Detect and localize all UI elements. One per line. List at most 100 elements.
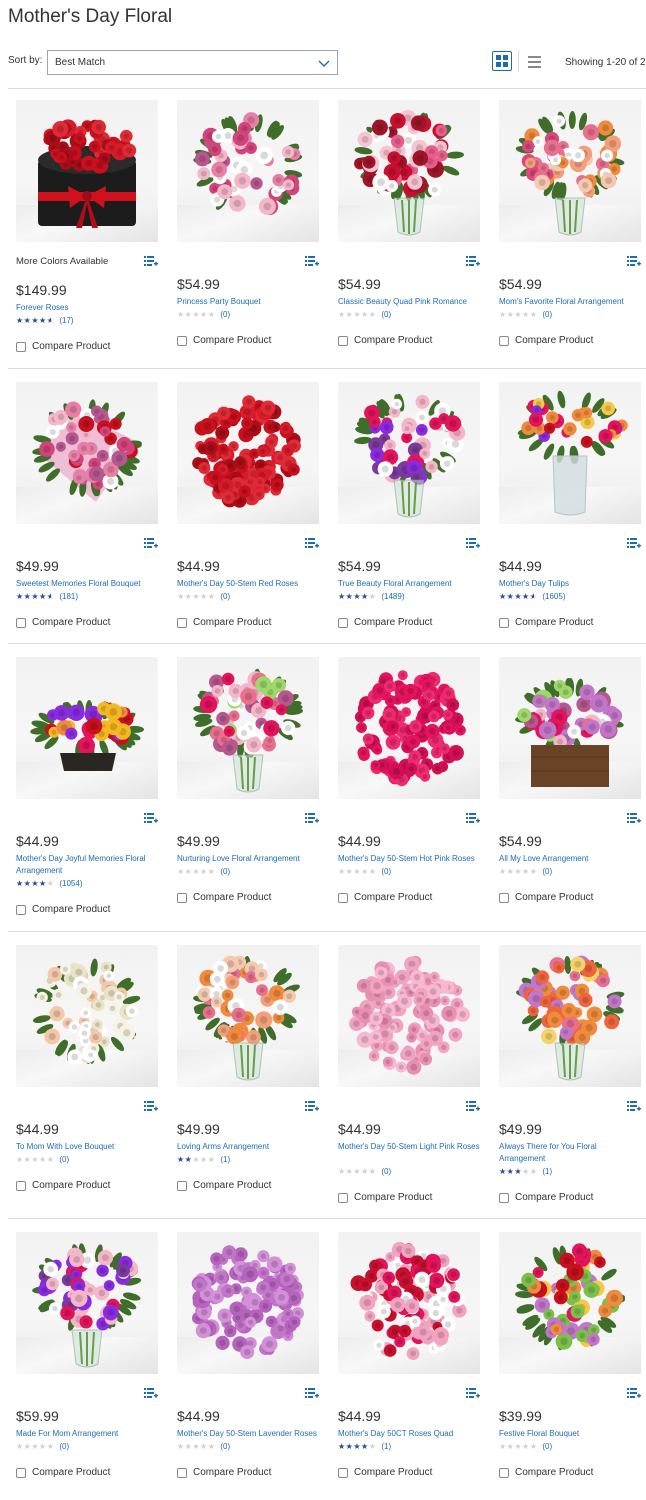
list-view-icon[interactable] (528, 56, 541, 68)
checkbox-box[interactable] (338, 1193, 348, 1203)
add-to-list-icon[interactable] (466, 254, 480, 266)
product-image[interactable] (338, 945, 480, 1087)
product-image[interactable] (499, 382, 641, 524)
review-count-link[interactable]: (0) (220, 592, 230, 602)
product-image[interactable] (16, 657, 158, 799)
review-count-link[interactable]: (0) (542, 867, 552, 877)
review-count-link[interactable]: (0) (59, 1442, 69, 1452)
product-image[interactable] (338, 657, 480, 799)
product-name-link[interactable]: To Mom With Love Bouquet (16, 1141, 158, 1153)
sort-by-select[interactable]: Best Match (47, 50, 338, 75)
review-count-link[interactable]: (1054) (59, 879, 82, 889)
review-count-link[interactable]: (0) (381, 310, 391, 320)
product-name-link[interactable]: Nurturing Love Floral Arrangement (177, 853, 319, 865)
product-image[interactable] (338, 100, 480, 242)
add-to-list-icon[interactable] (305, 536, 319, 548)
checkbox-box[interactable] (499, 336, 509, 346)
add-to-list-icon[interactable] (627, 536, 641, 548)
product-image[interactable] (338, 1232, 480, 1374)
checkbox-box[interactable] (499, 618, 509, 628)
review-count-link[interactable]: (0) (542, 1442, 552, 1452)
product-image[interactable] (499, 945, 641, 1087)
product-name-link[interactable]: Loving Arms Arrangement (177, 1141, 319, 1153)
review-count-link[interactable]: (1) (381, 1442, 391, 1452)
product-name-link[interactable]: Mom's Favorite Floral Arrangement (499, 296, 641, 308)
product-name-link[interactable]: Made For Mom Arrangement (16, 1428, 158, 1440)
product-name-link[interactable]: Classic Beauty Quad Pink Romance (338, 296, 480, 308)
review-count-link[interactable]: (0) (220, 1442, 230, 1452)
add-to-list-icon[interactable] (144, 254, 158, 266)
checkbox-box[interactable] (16, 1181, 26, 1191)
checkbox-box[interactable] (177, 893, 187, 903)
product-name-link[interactable]: Festive Floral Bouquet (499, 1428, 641, 1440)
product-image[interactable] (499, 657, 641, 799)
grid-view-icon[interactable] (492, 51, 512, 71)
product-name-link[interactable]: Mother's Day Tulips (499, 578, 641, 590)
checkbox-box[interactable] (16, 618, 26, 628)
product-image[interactable] (499, 1232, 641, 1374)
review-count-link[interactable]: (17) (59, 316, 73, 326)
add-to-list-icon[interactable] (305, 1386, 319, 1398)
checkbox-box[interactable] (16, 1468, 26, 1478)
product-name-link[interactable]: Mother's Day 50-Stem Light Pink Roses (338, 1141, 480, 1153)
review-count-link[interactable]: (1489) (381, 592, 404, 602)
review-count-link[interactable]: (0) (220, 310, 230, 320)
product-image[interactable] (177, 1232, 319, 1374)
add-to-list-icon[interactable] (144, 811, 158, 823)
add-to-list-icon[interactable] (144, 536, 158, 548)
product-image[interactable] (177, 657, 319, 799)
product-image[interactable] (16, 100, 158, 242)
add-to-list-icon[interactable] (305, 811, 319, 823)
add-to-list-icon[interactable] (466, 1386, 480, 1398)
checkbox-box[interactable] (177, 1468, 187, 1478)
review-count-link[interactable]: (181) (59, 592, 78, 602)
add-to-list-icon[interactable] (305, 1099, 319, 1111)
checkbox-box[interactable] (177, 336, 187, 346)
add-to-list-icon[interactable] (144, 1386, 158, 1398)
product-image[interactable] (338, 382, 480, 524)
add-to-list-icon[interactable] (466, 1099, 480, 1111)
product-image[interactable] (16, 945, 158, 1087)
review-count-link[interactable]: (0) (381, 867, 391, 877)
add-to-list-icon[interactable] (627, 811, 641, 823)
product-name-link[interactable]: Always There for You Floral Arrangement (499, 1141, 641, 1165)
add-to-list-icon[interactable] (305, 254, 319, 266)
product-name-link[interactable]: Mother's Day 50-Stem Lavender Roses (177, 1428, 319, 1440)
checkbox-box[interactable] (177, 618, 187, 628)
add-to-list-icon[interactable] (627, 1386, 641, 1398)
review-count-link[interactable]: (0) (542, 310, 552, 320)
product-name-link[interactable]: Sweetest Memories Floral Bouquet (16, 578, 158, 590)
checkbox-box[interactable] (338, 618, 348, 628)
checkbox-box[interactable] (499, 1468, 509, 1478)
add-to-list-icon[interactable] (627, 254, 641, 266)
product-name-link[interactable]: All My Love Arrangement (499, 853, 641, 865)
add-to-list-icon[interactable] (466, 536, 480, 548)
checkbox-box[interactable] (16, 342, 26, 352)
product-name-link[interactable]: True Beauty Floral Arrangement (338, 578, 480, 590)
product-image[interactable] (16, 1232, 158, 1374)
product-name-link[interactable]: Mother's Day 50CT Roses Quad (338, 1428, 480, 1440)
product-image[interactable] (16, 382, 158, 524)
review-count-link[interactable]: (0) (59, 1155, 69, 1165)
review-count-link[interactable]: (1) (542, 1167, 552, 1177)
add-to-list-icon[interactable] (466, 811, 480, 823)
product-name-link[interactable]: Princess Party Bouquet (177, 296, 319, 308)
product-name-link[interactable]: Mother's Day 50-Stem Red Roses (177, 578, 319, 590)
product-image[interactable] (499, 100, 641, 242)
review-count-link[interactable]: (0) (220, 867, 230, 877)
add-to-list-icon[interactable] (627, 1099, 641, 1111)
checkbox-box[interactable] (499, 893, 509, 903)
checkbox-box[interactable] (16, 905, 26, 915)
checkbox-box[interactable] (338, 336, 348, 346)
checkbox-box[interactable] (338, 893, 348, 903)
review-count-link[interactable]: (0) (381, 1167, 391, 1177)
add-to-list-icon[interactable] (144, 1099, 158, 1111)
product-image[interactable] (177, 100, 319, 242)
product-name-link[interactable]: Mother's Day Joyful Memories Floral Arra… (16, 853, 158, 877)
checkbox-box[interactable] (177, 1181, 187, 1191)
product-name-link[interactable]: Mother's Day 50-Stem Hot Pink Roses (338, 853, 480, 865)
checkbox-box[interactable] (338, 1468, 348, 1478)
product-image[interactable] (177, 382, 319, 524)
review-count-link[interactable]: (1) (220, 1155, 230, 1165)
review-count-link[interactable]: (1605) (542, 592, 565, 602)
